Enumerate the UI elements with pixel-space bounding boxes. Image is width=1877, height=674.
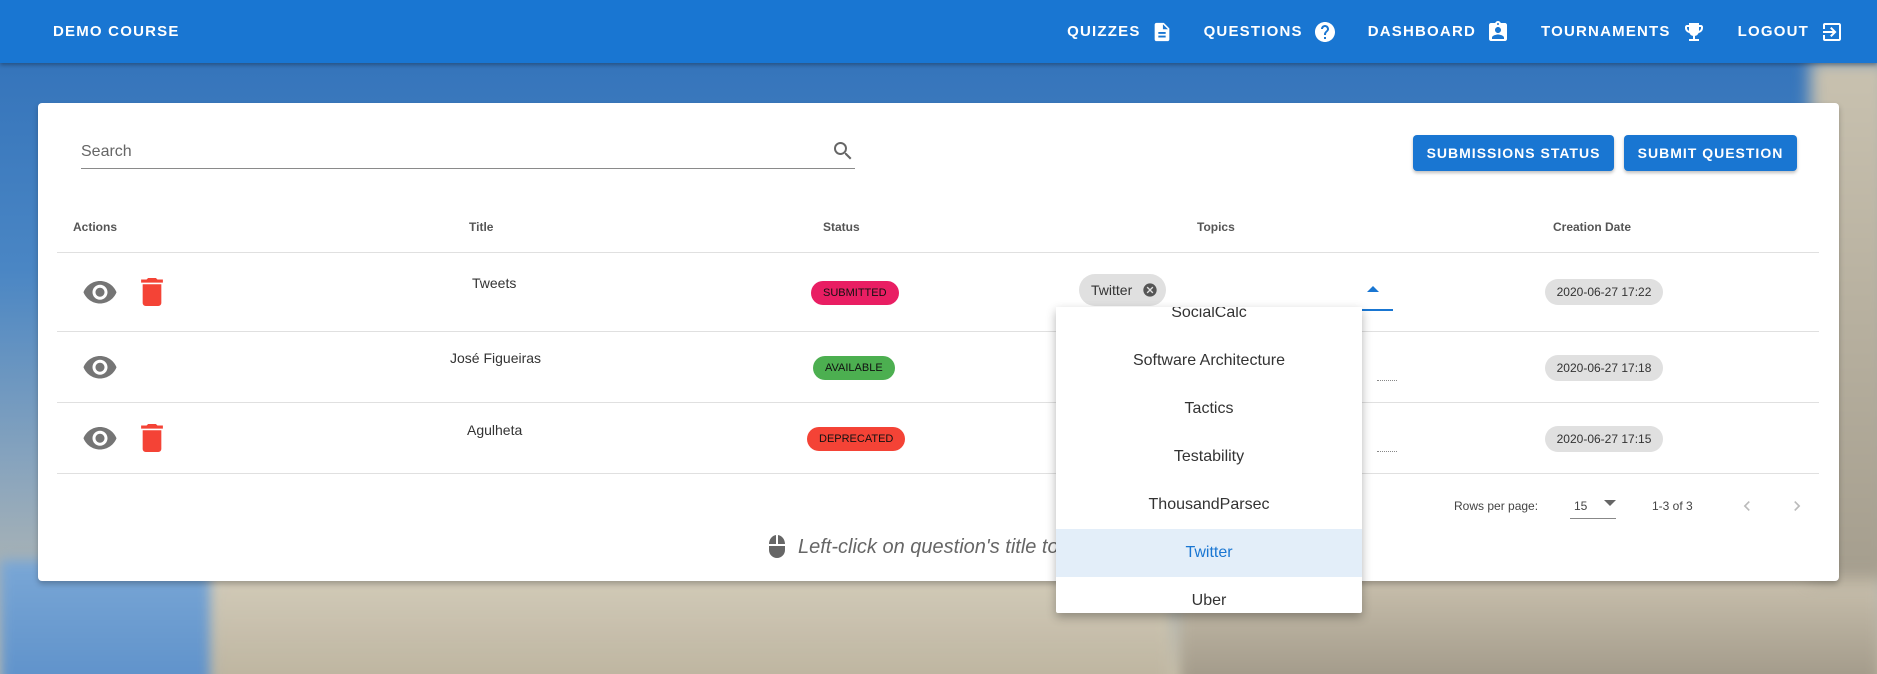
trophy-icon (1684, 22, 1703, 41)
mouse-icon (769, 535, 785, 558)
course-name[interactable]: DEMO COURSE (53, 23, 180, 40)
header-topics[interactable]: Topics (1197, 220, 1235, 234)
creation-date-chip: 2020-06-27 17:18 (1545, 355, 1663, 381)
topic-option-selected[interactable]: Twitter (1056, 529, 1362, 577)
topic-option[interactable]: Software Architecture (1056, 337, 1362, 385)
topic-option[interactable]: Tactics (1056, 385, 1362, 433)
topics-select[interactable]: Twitter (1073, 255, 1393, 311)
nav-tournaments-label: TOURNAMENTS (1541, 23, 1671, 40)
hint-text: Left-click on question's title to (798, 535, 1059, 558)
main-nav: QUIZZES QUESTIONS DASHBOARD TOURNAMENTS … (1036, 0, 1845, 63)
table-row: Tweets SUBMITTED Twitter 2020-06-27 17:2… (57, 253, 1819, 332)
delete-icon[interactable] (141, 424, 163, 452)
topic-chip: Twitter (1079, 274, 1167, 306)
menu-down-icon (1604, 500, 1616, 506)
chevron-left-icon[interactable] (1737, 496, 1757, 516)
topics-dropdown-menu: SocialCalc Software Architecture Tactics… (1056, 307, 1362, 613)
nav-dashboard[interactable]: DASHBOARD (1368, 20, 1510, 44)
nav-quizzes[interactable]: QUIZZES (1067, 20, 1172, 44)
menu-up-icon[interactable] (1367, 285, 1379, 293)
table-footer: Rows per page: 15 1-3 of 3 (38, 483, 1839, 533)
topic-chip-label: Twitter (1091, 282, 1133, 298)
creation-date-chip: 2020-06-27 17:15 (1545, 426, 1663, 452)
close-circle-icon[interactable] (1142, 282, 1158, 298)
search-field (81, 139, 855, 169)
nav-quizzes-label: QUIZZES (1067, 23, 1141, 40)
eye-icon[interactable] (82, 427, 118, 451)
topic-option[interactable]: SocialCalc (1056, 307, 1362, 337)
table-header: Actions Title Status Topics Creation Dat… (57, 203, 1819, 253)
help-hint: Left-click on question's title to (768, 535, 1059, 559)
nav-questions-label: QUESTIONS (1203, 23, 1303, 40)
nav-logout-label: LOGOUT (1737, 23, 1809, 40)
nav-dashboard-label: DASHBOARD (1367, 23, 1477, 40)
nav-logout[interactable]: LOGOUT (1738, 20, 1845, 44)
table-row: José Figueiras AVAILABLE 2020-06-27 17:1… (57, 332, 1819, 403)
top-app-bar: DEMO COURSE QUIZZES QUESTIONS DASHBOARD … (0, 0, 1877, 63)
submissions-status-button[interactable]: SUBMISSIONS STATUS (1413, 135, 1614, 171)
header-title[interactable]: Title (469, 220, 493, 234)
status-badge: DEPRECATED (807, 427, 906, 451)
search-input[interactable] (81, 139, 801, 161)
file-document-icon (1154, 22, 1169, 41)
question-title[interactable]: Tweets (472, 275, 516, 291)
help-circle-icon (1314, 21, 1335, 42)
topic-option[interactable]: Uber (1056, 577, 1362, 613)
status-badge: AVAILABLE (813, 356, 895, 380)
table-row: Agulheta DEPRECATED 2020-06-27 17:15 (57, 403, 1819, 474)
topics-select[interactable] (1377, 451, 1397, 452)
delete-icon[interactable] (141, 278, 163, 306)
chevron-right-icon[interactable] (1787, 496, 1807, 516)
rows-per-page-select[interactable]: 15 (1570, 491, 1616, 519)
logout-icon (1823, 22, 1841, 41)
question-title[interactable]: Agulheta (467, 422, 522, 438)
eye-icon[interactable] (82, 356, 118, 380)
question-title[interactable]: José Figueiras (450, 350, 541, 366)
creation-date-chip: 2020-06-27 17:22 (1545, 279, 1663, 305)
topic-option[interactable]: ThousandParsec (1056, 481, 1362, 529)
topics-select[interactable] (1377, 380, 1397, 381)
rows-per-page-label: Rows per page: (1454, 499, 1539, 513)
nav-tournaments[interactable]: TOURNAMENTS (1541, 20, 1707, 44)
header-actions: Actions (73, 220, 118, 234)
pagination-range: 1-3 of 3 (1652, 499, 1693, 513)
rows-per-page-value: 15 (1574, 499, 1588, 513)
nav-questions[interactable]: QUESTIONS (1204, 20, 1337, 44)
header-creation-date[interactable]: Creation Date (1553, 220, 1631, 234)
header-status[interactable]: Status (823, 220, 860, 234)
clipboard-account-icon (1489, 20, 1508, 41)
questions-card: SUBMISSIONS STATUS SUBMIT QUESTION Actio… (38, 103, 1839, 581)
topic-option[interactable]: Testability (1056, 433, 1362, 481)
eye-icon[interactable] (82, 281, 118, 305)
search-icon[interactable] (831, 139, 855, 163)
submit-question-button[interactable]: SUBMIT QUESTION (1624, 135, 1797, 171)
status-badge: SUBMITTED (811, 281, 899, 305)
